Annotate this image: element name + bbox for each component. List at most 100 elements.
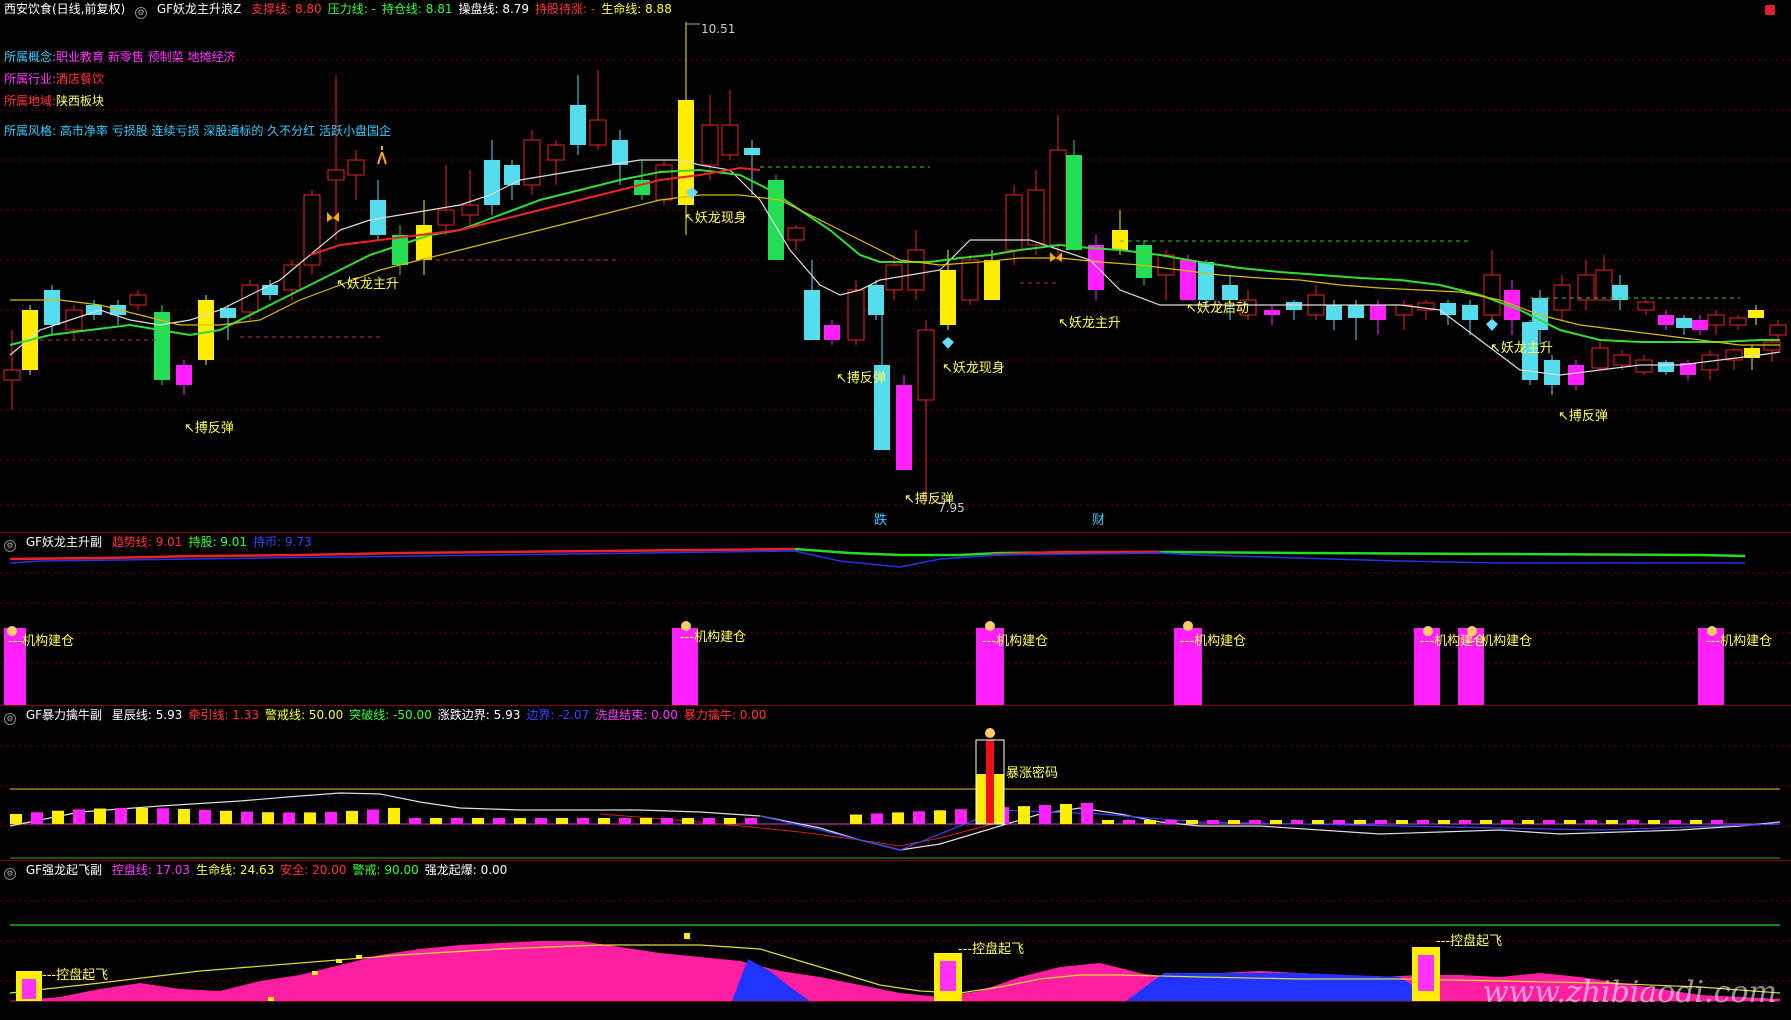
baoli-bar	[871, 813, 883, 824]
baoli-sub-name[interactable]: GF暴力擒牛副	[26, 708, 102, 722]
candle-body	[241, 284, 259, 313]
info-key: 所属地域:	[4, 94, 57, 108]
annotation-yaolong-up: ↖妖龙主升	[336, 277, 399, 292]
baoli-bar	[703, 818, 715, 824]
candle-body	[744, 148, 760, 155]
candle-body	[1027, 189, 1045, 246]
stock-info-block: 所属概念:职业教育 新零售 预制菜 地摊经济 所属行业:酒店餐饮 所属地域:陕西板块	[4, 48, 236, 114]
candle-body	[1707, 314, 1725, 326]
baoli-bar	[661, 818, 673, 824]
p4-metric: 控盘线: 17.03	[111, 863, 191, 877]
baoli-bar	[136, 807, 148, 824]
candle-body	[1049, 149, 1067, 246]
annotation-yaolong-up-3: ↖妖龙主升	[1490, 341, 1553, 356]
style-value: 高市净率 亏损股 连续亏损 深股通标的 久不分红 活跃小盘国企	[59, 124, 391, 138]
stock-style-row: 所属风格: 高市净率 亏损股 连续亏损 深股通标的 久不分红 活跃小盘国企	[4, 122, 391, 139]
baoli-bar	[745, 818, 757, 824]
baoli-bar	[724, 818, 736, 824]
candle-body	[1635, 359, 1653, 373]
baoli-bar	[1522, 820, 1534, 824]
p1-metric: 压力线: -	[327, 2, 376, 16]
candle-body	[1222, 285, 1238, 300]
baoli-bar	[1018, 806, 1030, 824]
p3-metric: 牵引线: 1.33	[188, 708, 260, 722]
person-icon	[377, 146, 387, 165]
candle-body	[504, 165, 520, 185]
p4-metric: 警戒: 90.00	[352, 863, 419, 877]
baoli-bar	[1480, 820, 1492, 824]
settings-circle-icon[interactable]: ⚙	[4, 713, 16, 725]
baoli-bar	[955, 809, 967, 824]
baoli-bar	[577, 818, 589, 824]
baoli-bar	[1396, 820, 1408, 824]
baoli-bar	[451, 818, 463, 824]
candle-body	[1180, 260, 1196, 300]
p2-metric: 持币: 9.73	[253, 535, 312, 549]
candle-body	[1370, 305, 1386, 320]
p1-metric: 持仓线: 8.81	[381, 2, 453, 16]
annotation-die: 跌	[874, 512, 887, 528]
stock-name[interactable]: 西安饮食(日线,前复权)	[4, 2, 125, 16]
baoli-bar	[934, 810, 946, 824]
p1-metric: 生命线: 8.88	[601, 2, 672, 16]
qianglong-sub-name[interactable]: GF强龙起飞副	[26, 863, 102, 877]
baoli-bar	[1165, 820, 1177, 824]
baoli-bar	[1081, 802, 1093, 824]
baoli-bar	[1333, 820, 1345, 824]
candle-body	[416, 225, 432, 260]
settings-circle-icon[interactable]: ⚙	[135, 7, 148, 19]
baoli-bar	[1543, 820, 1555, 824]
candle-body	[1613, 354, 1631, 366]
candle-body	[1198, 262, 1214, 300]
candle-body	[1286, 302, 1302, 310]
candle-body	[220, 308, 236, 318]
p4-metric: 安全: 20.00	[280, 863, 347, 877]
annotation-fanbounce-2: ↖搏反弹	[836, 370, 886, 386]
p1-metric: 支撑线: 8.80	[251, 2, 322, 16]
settings-circle-icon[interactable]: ⚙	[4, 540, 16, 552]
main-indicator-name[interactable]: GF妖龙主升浪Z	[157, 2, 241, 16]
candle-body	[1676, 318, 1692, 328]
build-label-3: ---机构建仓	[982, 634, 1048, 649]
style-key: 所属风格:	[4, 124, 57, 138]
candle-body	[961, 259, 979, 301]
baoli-bar	[1123, 820, 1135, 824]
yaolong-sub-metrics: 趋势线: 9.01 持股: 9.01 持币: 9.73	[112, 535, 318, 549]
watermark: www.zhibiaodi.com	[1482, 975, 1777, 1010]
settings-circle-icon[interactable]: ⚙	[4, 868, 16, 880]
baoli-bar	[115, 808, 127, 824]
baoli-bar	[220, 810, 232, 824]
p3-metric: 警戒线: 50.00	[265, 708, 344, 722]
candle-body	[437, 209, 455, 226]
yaolong-sub-name[interactable]: GF妖龙主升副	[26, 535, 102, 549]
qianglong-sub-metrics: 控盘线: 17.03 生命线: 24.63 安全: 20.00 警戒: 90.00 强龙…	[112, 863, 513, 877]
baoli-bar	[262, 812, 274, 824]
qianglong-sub-header: ⚙ GF强龙起飞副 控盘线: 17.03 生命线: 24.63 安全: 20.00 警…	[4, 863, 519, 880]
yaolong-sub-panel[interactable]: ---机构建仓 ---机构建仓 ---机构建仓 ---机构建仓 ---机构建仓 …	[0, 533, 1791, 705]
build-label-6: ---机构建仓	[1466, 634, 1532, 649]
main-chart-panel[interactable]: 10.51 7.95 ↖搏反弹 ↖妖龙主升 ↖妖龙现身 ↖搏反弹 ↖妖龙现身 ↖…	[0, 0, 1791, 532]
baoli-bar	[493, 818, 505, 824]
qianglong-sub-panel[interactable]: ---控盘起飞 ---控盘起飞 ---控盘起飞 ⚙ GF强龙起飞副 控盘线: 1…	[0, 861, 1791, 1020]
candle-body	[1005, 194, 1023, 251]
close-icon[interactable]	[1765, 5, 1775, 15]
baoli-sub-panel[interactable]: 暴涨密码 ⚙ GF暴力擒牛副 星辰线: 5.93 牵引线: 1.33 警戒线: 50…	[0, 706, 1791, 860]
p3-metric: 边界: -2.07	[526, 708, 590, 722]
p3-metric: 星辰线: 5.93	[111, 708, 183, 722]
build-label-1: ---机构建仓	[8, 634, 74, 649]
baoli-bar	[1144, 820, 1156, 824]
baoli-bar	[1459, 820, 1471, 824]
candle-body	[262, 285, 278, 295]
baoli-bar	[430, 818, 442, 824]
baoli-bar	[388, 807, 400, 824]
p4-metric: 生命线: 24.63	[196, 863, 275, 877]
baoli-bar	[157, 808, 169, 824]
candle-body	[392, 235, 408, 265]
candle-body	[1692, 320, 1708, 330]
annotation-cai: 财	[1092, 513, 1105, 528]
baoli-bar	[73, 809, 85, 824]
annotation-yaolong-up-2: ↖妖龙主升	[1058, 316, 1121, 331]
stock-info-row: 所属地域:陕西板块	[4, 92, 236, 114]
candle-body	[1112, 230, 1128, 250]
baoli-bar	[1669, 820, 1681, 824]
